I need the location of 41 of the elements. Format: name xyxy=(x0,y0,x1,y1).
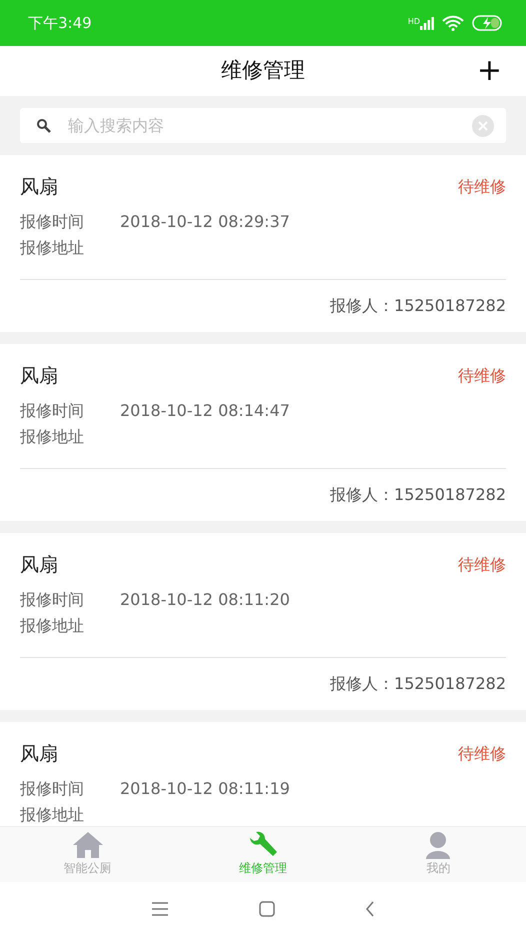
status-time: 下午3:49 xyxy=(28,12,92,34)
record-time: 2018-10-12 08:29:37 xyxy=(120,211,290,233)
wifi-icon xyxy=(442,15,464,31)
search-icon xyxy=(36,118,52,134)
person-icon xyxy=(424,831,452,859)
record-status: 待维修 xyxy=(458,554,506,576)
record-time: 2018-10-12 08:11:20 xyxy=(120,589,290,611)
field-label: 报修地址 xyxy=(20,804,85,826)
record-time: 2018-10-12 08:11:19 xyxy=(120,778,290,800)
record-title: 风扇 xyxy=(20,742,58,767)
page-title: 维修管理 xyxy=(221,57,305,84)
record-reporter: 报修人：15250187282 xyxy=(330,295,506,317)
signal-icon xyxy=(420,16,434,30)
home-button-icon[interactable] xyxy=(259,900,275,916)
record-status: 待维修 xyxy=(458,743,506,765)
record-card[interactable]: 风扇 待维修 报修时间 2018-10-12 08:11:19 报修地址 xyxy=(0,722,526,826)
home-icon xyxy=(72,831,104,859)
record-title: 风扇 xyxy=(20,175,58,200)
record-card[interactable]: 风扇 待维修 报修时间 2018-10-12 08:11:20 报修地址 报修人：15250187282 xyxy=(0,533,526,710)
record-title: 风扇 xyxy=(20,364,58,389)
signal-label: HD xyxy=(408,16,420,28)
record-reporter: 报修人：15250187282 xyxy=(330,673,506,695)
field-label: 报修地址 xyxy=(20,615,85,637)
record-title: 风扇 xyxy=(20,553,58,578)
back-icon[interactable] xyxy=(365,900,375,916)
battery-icon xyxy=(472,15,504,31)
search-field[interactable]: 输入搜索内容 xyxy=(20,108,506,143)
field-label: 报修地址 xyxy=(20,426,85,448)
record-time: 2018-10-12 08:14:47 xyxy=(120,400,290,422)
add-button[interactable]: + xyxy=(476,56,502,86)
field-label: 报修时间 xyxy=(20,589,85,611)
record-card[interactable]: 风扇 待维修 报修时间 2018-10-12 08:14:47 报修地址 报修人：15250187282 xyxy=(0,344,526,521)
record-reporter: 报修人：15250187282 xyxy=(330,484,506,506)
menu-icon[interactable] xyxy=(151,902,169,916)
field-label: 报修地址 xyxy=(20,237,85,259)
field-label: 报修时间 xyxy=(20,778,85,800)
field-label: 报修时间 xyxy=(20,211,85,233)
field-label: 报修时间 xyxy=(20,400,85,422)
record-card[interactable]: 风扇 待维修 报修时间 2018-10-12 08:29:37 报修地址 报修人：15250187282 xyxy=(0,155,526,332)
record-status: 待维修 xyxy=(458,176,506,198)
record-status: 待维修 xyxy=(458,365,506,387)
